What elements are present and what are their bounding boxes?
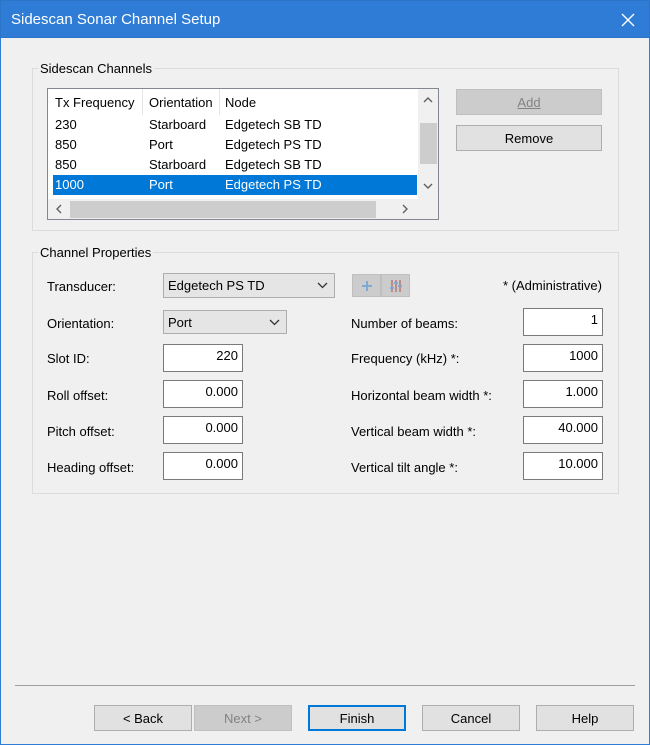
orientation-label: Orientation:: [47, 316, 115, 331]
vertical-beam-width-field[interactable]: 40.000: [523, 416, 603, 444]
horizontal-scroll-thumb[interactable]: [70, 201, 376, 218]
transducer-label: Transducer:: [47, 279, 116, 294]
cell-orientation: Starboard: [149, 157, 207, 172]
transducer-value: Edgetech PS TD: [168, 278, 265, 293]
channels-list[interactable]: Tx Frequency Orientation Node 230 Starbo…: [47, 88, 439, 220]
remove-button[interactable]: Remove: [456, 125, 602, 151]
table-row[interactable]: 850 Starboard Edgetech SB TD: [53, 155, 417, 175]
channel-properties-label: Channel Properties: [38, 245, 154, 260]
cell-node: Edgetech SB TD: [225, 117, 322, 132]
add-button-label: Add: [517, 94, 541, 110]
next-button[interactable]: Next >: [194, 705, 292, 731]
chevron-down-icon: [317, 282, 328, 289]
table-row[interactable]: 850 Port Edgetech PS TD: [53, 135, 417, 155]
cell-tx-frequency: 230: [55, 117, 77, 132]
chevron-down-icon[interactable]: [423, 183, 433, 190]
vertical-scroll-thumb[interactable]: [420, 123, 437, 164]
sidescan-channels-label: Sidescan Channels: [38, 61, 155, 76]
cell-node: Edgetech PS TD: [225, 137, 322, 152]
add-button[interactable]: Add: [456, 89, 602, 115]
transducer-select[interactable]: Edgetech PS TD: [163, 273, 335, 298]
add-transducer-button[interactable]: [352, 274, 381, 297]
chevron-down-icon: [269, 319, 280, 326]
vertical-tilt-angle-label: Vertical tilt angle *:: [351, 460, 458, 475]
help-button[interactable]: Help: [536, 705, 634, 731]
back-button[interactable]: < Back: [94, 705, 192, 731]
administrative-note: * (Administrative): [503, 278, 602, 293]
horizontal-beam-width-label: Horizontal beam width *:: [351, 388, 492, 403]
vertical-beam-width-label: Vertical beam width *:: [351, 424, 477, 439]
vertical-scrollbar[interactable]: [418, 89, 438, 199]
cell-tx-frequency: 850: [55, 137, 77, 152]
next-button-label: Next >: [224, 710, 262, 726]
add-plus-icon: [361, 280, 372, 291]
cell-orientation: Port: [149, 177, 173, 192]
roll-offset-label: Roll offset:: [47, 388, 109, 403]
number-of-beams-label: Number of beams:: [351, 316, 458, 331]
chevron-left-icon[interactable]: [55, 204, 62, 214]
list-header: Tx Frequency Orientation Node: [48, 89, 418, 115]
sliders-icon: [389, 279, 402, 292]
finish-button-label: Finish: [339, 710, 375, 726]
cancel-button[interactable]: Cancel: [422, 705, 520, 731]
frequency-label: Frequency (kHz) *:: [351, 351, 460, 366]
heading-offset-field[interactable]: 0.000: [163, 452, 243, 480]
table-row-selected[interactable]: 1000 Port Edgetech PS TD: [53, 175, 417, 195]
close-button[interactable]: [613, 5, 643, 35]
pitch-offset-label: Pitch offset:: [47, 424, 115, 439]
back-button-label: < Back: [122, 710, 164, 726]
table-row[interactable]: 230 Starboard Edgetech SB TD: [53, 115, 417, 135]
remove-button-label: Remove: [504, 130, 554, 146]
vertical-tilt-angle-field[interactable]: 10.000: [523, 452, 603, 480]
title-bar: Sidescan Sonar Channel Setup: [0, 0, 650, 38]
column-header-node[interactable]: Node: [225, 95, 256, 110]
cell-tx-frequency: 1000: [55, 177, 84, 192]
footer-divider: [15, 685, 635, 686]
horizontal-beam-width-field[interactable]: 1.000: [523, 380, 603, 408]
heading-offset-label: Heading offset:: [47, 460, 135, 475]
cancel-button-label: Cancel: [450, 710, 492, 726]
cell-orientation: Port: [149, 137, 173, 152]
help-button-label: Help: [571, 710, 599, 726]
slot-id-field[interactable]: 220: [163, 344, 243, 372]
orientation-select[interactable]: Port: [163, 310, 287, 334]
roll-offset-field[interactable]: 0.000: [163, 380, 243, 408]
column-header-orientation[interactable]: Orientation: [149, 95, 213, 110]
slot-id-label: Slot ID:: [47, 351, 90, 366]
scrollbar-corner: [418, 199, 438, 219]
cell-orientation: Starboard: [149, 117, 207, 132]
cell-node: Edgetech PS TD: [225, 177, 322, 192]
window-title: Sidescan Sonar Channel Setup: [11, 11, 221, 28]
number-of-beams-field[interactable]: 1: [523, 308, 603, 336]
frequency-field[interactable]: 1000: [523, 344, 603, 372]
transducer-settings-button[interactable]: [381, 274, 410, 297]
pitch-offset-field[interactable]: 0.000: [163, 416, 243, 444]
close-icon: [621, 13, 635, 27]
cell-tx-frequency: 850: [55, 157, 77, 172]
finish-button[interactable]: Finish: [308, 705, 406, 731]
horizontal-scrollbar[interactable]: [48, 199, 418, 219]
column-header-tx-frequency[interactable]: Tx Frequency: [55, 95, 134, 110]
chevron-right-icon[interactable]: [402, 204, 409, 214]
cell-node: Edgetech SB TD: [225, 157, 322, 172]
chevron-up-icon[interactable]: [423, 96, 433, 103]
orientation-value: Port: [168, 315, 192, 330]
